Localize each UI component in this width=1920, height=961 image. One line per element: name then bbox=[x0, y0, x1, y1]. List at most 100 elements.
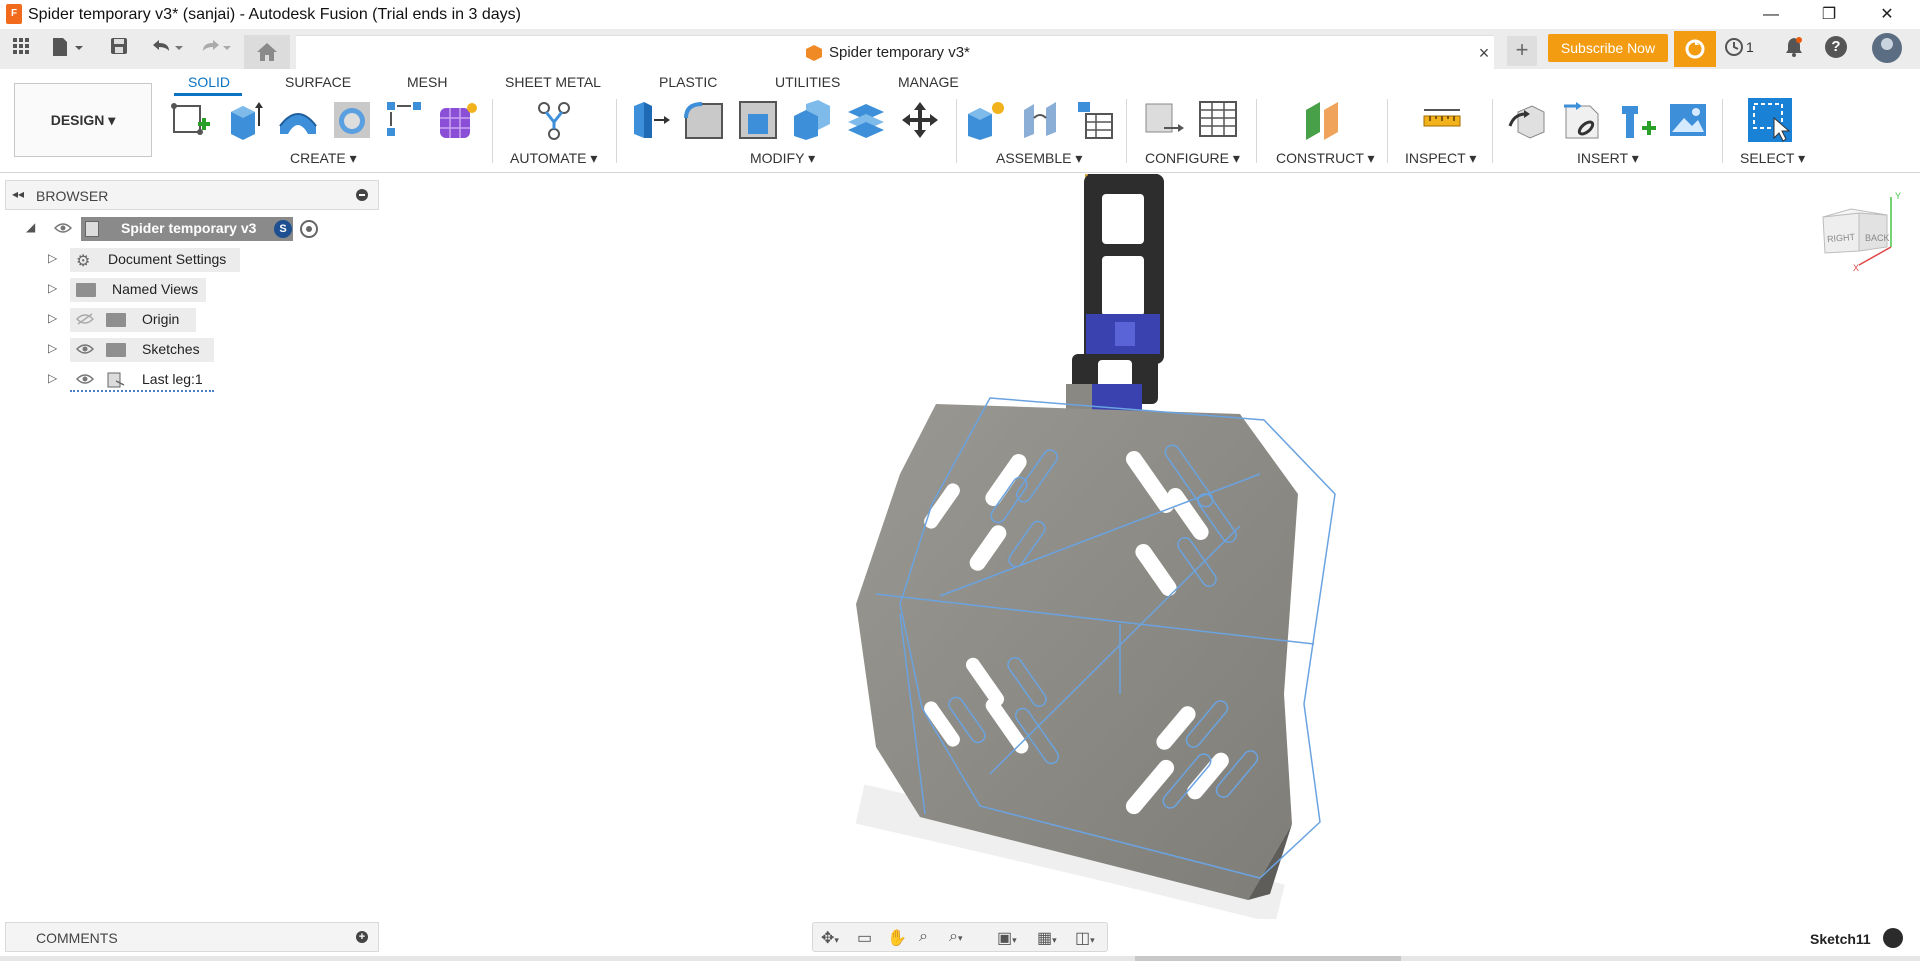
fillet-icon[interactable] bbox=[684, 100, 724, 140]
browser-item-origin[interactable]: ▷ Origin bbox=[48, 308, 248, 332]
minimize-button[interactable]: — bbox=[1742, 0, 1800, 29]
ribbon-divider bbox=[616, 99, 617, 163]
tab-solid[interactable]: SOLID bbox=[188, 74, 230, 90]
minimize-browser-icon[interactable] bbox=[356, 189, 368, 201]
visibility-eye-icon[interactable] bbox=[53, 221, 73, 233]
configuration-table-icon[interactable] bbox=[1198, 100, 1238, 140]
measure-icon[interactable] bbox=[1422, 100, 1462, 140]
help-icon[interactable]: ? bbox=[1825, 36, 1847, 58]
browser-item-last-leg[interactable]: ▷ Last leg:1 bbox=[48, 368, 248, 392]
modify-group-label[interactable]: MODIFY ▾ bbox=[750, 150, 815, 167]
look-at-icon[interactable]: ▭ bbox=[857, 928, 872, 948]
create-sketch-icon[interactable] bbox=[170, 100, 210, 140]
bill-of-materials-icon[interactable] bbox=[1074, 100, 1114, 140]
joint-icon[interactable] bbox=[1020, 100, 1060, 140]
grid-settings-icon[interactable]: ▦▾ bbox=[1037, 928, 1057, 948]
shared-badge-icon[interactable]: S bbox=[274, 220, 292, 238]
hidden-eye-icon[interactable] bbox=[75, 312, 95, 325]
collapse-arrow-icon[interactable]: ◢ bbox=[26, 220, 35, 234]
shell-icon[interactable] bbox=[738, 100, 778, 140]
select-group-label[interactable]: SELECT ▾ bbox=[1740, 150, 1805, 167]
document-tab[interactable]: Spider temporary v3* × bbox=[296, 35, 1494, 69]
job-status-clock-icon[interactable] bbox=[1724, 37, 1744, 62]
visibility-eye-icon[interactable] bbox=[75, 372, 95, 384]
new-tab-button[interactable]: + bbox=[1507, 36, 1537, 66]
browser-root-item[interactable]: ◢ Spider temporary v3 S bbox=[26, 217, 336, 241]
insert-group-label[interactable]: INSERT ▾ bbox=[1577, 150, 1639, 167]
insert-mcmaster-icon[interactable] bbox=[1616, 100, 1656, 140]
orbit-icon[interactable]: ✥▾ bbox=[821, 928, 839, 948]
offset-plane-icon[interactable] bbox=[1304, 100, 1344, 140]
insert-canvas-icon[interactable] bbox=[1668, 100, 1708, 140]
browser-item-sketches[interactable]: ▷ Sketches bbox=[48, 338, 248, 362]
insert-derive-icon[interactable] bbox=[1508, 100, 1548, 140]
tab-sheet-metal[interactable]: SHEET METAL bbox=[505, 74, 601, 90]
notifications-bell-icon[interactable] bbox=[1785, 37, 1803, 62]
browser-item-document-settings[interactable]: ▷ Document Settings ⚙ bbox=[48, 248, 248, 272]
revolve-icon[interactable] bbox=[278, 100, 318, 140]
3d-viewport[interactable] bbox=[380, 172, 1920, 924]
add-comment-icon[interactable]: + bbox=[356, 931, 368, 943]
browser-item-named-views[interactable]: ▷ Named Views bbox=[48, 278, 248, 302]
tab-manage[interactable]: MANAGE bbox=[898, 74, 959, 90]
new-component-icon[interactable] bbox=[966, 100, 1006, 140]
workspace-switcher[interactable]: DESIGN ▾ bbox=[14, 83, 152, 157]
automate-icon[interactable] bbox=[534, 100, 574, 140]
extensions-icon[interactable] bbox=[1674, 31, 1716, 67]
timeline-scrollbar[interactable] bbox=[1135, 956, 1401, 961]
save-icon[interactable] bbox=[108, 37, 130, 61]
viewcube[interactable]: RIGHT BACK Y X bbox=[1815, 191, 1905, 285]
leg-link-model[interactable] bbox=[1066, 172, 1164, 420]
construct-group-label[interactable]: CONSTRUCT ▾ bbox=[1276, 150, 1375, 167]
timeline-scrollbar-track bbox=[0, 956, 1920, 961]
home-button[interactable] bbox=[244, 35, 290, 69]
activate-radio-icon[interactable] bbox=[300, 220, 318, 238]
expand-arrow-icon[interactable]: ▷ bbox=[48, 341, 57, 355]
collapse-browser-icon[interactable]: ◂◂ bbox=[12, 187, 24, 201]
inspect-group-label[interactable]: INSPECT ▾ bbox=[1405, 150, 1476, 167]
pattern-icon[interactable] bbox=[385, 100, 425, 140]
tab-mesh[interactable]: MESH bbox=[407, 74, 447, 90]
tab-utilities[interactable]: UTILITIES bbox=[775, 74, 840, 90]
tab-surface[interactable]: SURFACE bbox=[285, 74, 351, 90]
sketch-palette-icon[interactable] bbox=[1883, 928, 1903, 948]
visibility-eye-icon[interactable] bbox=[75, 342, 95, 354]
fit-zoom-icon[interactable]: ⌕▾ bbox=[949, 928, 963, 946]
expand-arrow-icon[interactable]: ▷ bbox=[48, 311, 57, 325]
automate-group-label[interactable]: AUTOMATE ▾ bbox=[510, 150, 597, 167]
comments-panel[interactable]: COMMENTS + bbox=[5, 922, 379, 952]
create-form-icon[interactable] bbox=[438, 100, 478, 140]
window-title: Spider temporary v3* (sanjai) - Autodesk… bbox=[28, 6, 521, 23]
viewcube-back-face[interactable]: BACK bbox=[1865, 233, 1890, 243]
combine-icon[interactable] bbox=[792, 100, 832, 140]
user-avatar[interactable] bbox=[1872, 33, 1902, 63]
subscribe-now-button[interactable]: Subscribe Now bbox=[1548, 34, 1668, 62]
file-menu-icon[interactable] bbox=[50, 37, 86, 61]
undo-icon[interactable] bbox=[148, 37, 184, 61]
hole-icon[interactable] bbox=[332, 100, 372, 140]
press-pull-icon[interactable] bbox=[630, 100, 670, 140]
expand-arrow-icon[interactable]: ▷ bbox=[48, 371, 57, 385]
display-settings-icon[interactable]: ▣▾ bbox=[997, 928, 1017, 948]
close-tab-button[interactable]: × bbox=[1476, 43, 1492, 63]
comments-title: COMMENTS bbox=[36, 930, 118, 946]
data-panel-grid-icon[interactable] bbox=[10, 37, 32, 61]
select-icon[interactable] bbox=[1748, 98, 1792, 142]
restore-button[interactable]: ❐ bbox=[1800, 0, 1858, 29]
zoom-icon[interactable]: ⌕ bbox=[919, 928, 928, 946]
align-icon[interactable] bbox=[846, 100, 886, 140]
redo-icon[interactable] bbox=[198, 37, 234, 61]
expand-arrow-icon[interactable]: ▷ bbox=[48, 281, 57, 295]
extrude-icon[interactable] bbox=[225, 100, 265, 140]
expand-arrow-icon[interactable]: ▷ bbox=[48, 251, 57, 265]
tab-plastic[interactable]: PLASTIC bbox=[659, 74, 717, 90]
create-group-label[interactable]: CREATE ▾ bbox=[290, 150, 357, 167]
pan-hand-icon[interactable]: ✋ bbox=[887, 928, 907, 948]
close-window-button[interactable]: ✕ bbox=[1858, 0, 1916, 29]
configure-icon[interactable] bbox=[1144, 100, 1184, 140]
assemble-group-label[interactable]: ASSEMBLE ▾ bbox=[996, 150, 1082, 167]
viewports-icon[interactable]: ◫▾ bbox=[1075, 928, 1095, 948]
insert-link-icon[interactable] bbox=[1562, 100, 1602, 140]
move-copy-icon[interactable] bbox=[900, 100, 940, 140]
configure-group-label[interactable]: CONFIGURE ▾ bbox=[1145, 150, 1240, 167]
